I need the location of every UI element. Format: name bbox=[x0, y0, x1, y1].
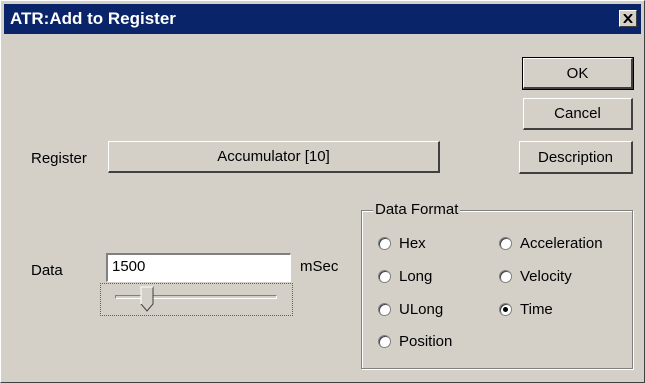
ok-button-label: OK bbox=[566, 64, 589, 82]
radio-acceleration-circle bbox=[499, 237, 512, 250]
data-input-value: 1500 bbox=[112, 258, 146, 275]
data-format-group: Data Format Hex Long ULong Position Acce… bbox=[361, 201, 633, 369]
slider-track bbox=[115, 295, 277, 299]
close-button[interactable] bbox=[619, 10, 637, 27]
data-unit-label: mSec bbox=[300, 258, 339, 275]
cancel-button-label: Cancel bbox=[554, 105, 601, 122]
radio-ulong[interactable]: ULong bbox=[378, 301, 443, 318]
window-title: ATR:Add to Register bbox=[10, 9, 176, 28]
ok-button[interactable]: OK bbox=[522, 57, 634, 90]
description-button[interactable]: Description bbox=[519, 141, 633, 174]
data-format-title: Data Format bbox=[373, 201, 461, 218]
radio-long[interactable]: Long bbox=[378, 268, 432, 285]
radio-time[interactable]: Time bbox=[499, 301, 553, 318]
register-select-button[interactable]: Accumulator [10] bbox=[108, 141, 440, 173]
radio-ulong-label: ULong bbox=[399, 301, 444, 318]
radio-velocity-circle bbox=[499, 270, 512, 283]
radio-hex[interactable]: Hex bbox=[378, 235, 426, 252]
radio-long-circle bbox=[378, 270, 391, 283]
radio-long-label: Long bbox=[399, 268, 433, 285]
data-input[interactable]: 1500 bbox=[106, 253, 291, 282]
radio-velocity-label: Velocity bbox=[520, 268, 572, 285]
add-to-register-dialog: ATR:Add to Register OK Cancel Descriptio… bbox=[0, 0, 645, 383]
register-label: Register bbox=[31, 150, 87, 167]
data-slider[interactable] bbox=[100, 283, 293, 316]
cancel-button[interactable]: Cancel bbox=[523, 98, 633, 130]
radio-time-label: Time bbox=[520, 301, 553, 318]
radio-position-label: Position bbox=[399, 333, 453, 350]
radio-position-circle bbox=[378, 335, 391, 348]
close-icon bbox=[623, 14, 633, 23]
radio-hex-circle bbox=[378, 237, 391, 250]
radio-hex-label: Hex bbox=[399, 235, 426, 252]
radio-position[interactable]: Position bbox=[378, 333, 452, 350]
radio-ulong-circle bbox=[378, 303, 391, 316]
slider-thumb[interactable] bbox=[140, 286, 154, 312]
data-label: Data bbox=[31, 262, 63, 279]
radio-acceleration[interactable]: Acceleration bbox=[499, 235, 603, 252]
radio-time-circle bbox=[499, 303, 512, 316]
title-bar[interactable]: ATR:Add to Register bbox=[4, 4, 641, 34]
radio-acceleration-label: Acceleration bbox=[520, 235, 603, 252]
radio-velocity[interactable]: Velocity bbox=[499, 268, 572, 285]
register-value: Accumulator [10] bbox=[217, 148, 330, 165]
description-button-label: Description bbox=[537, 148, 614, 166]
radio-time-selected-dot bbox=[503, 307, 508, 312]
